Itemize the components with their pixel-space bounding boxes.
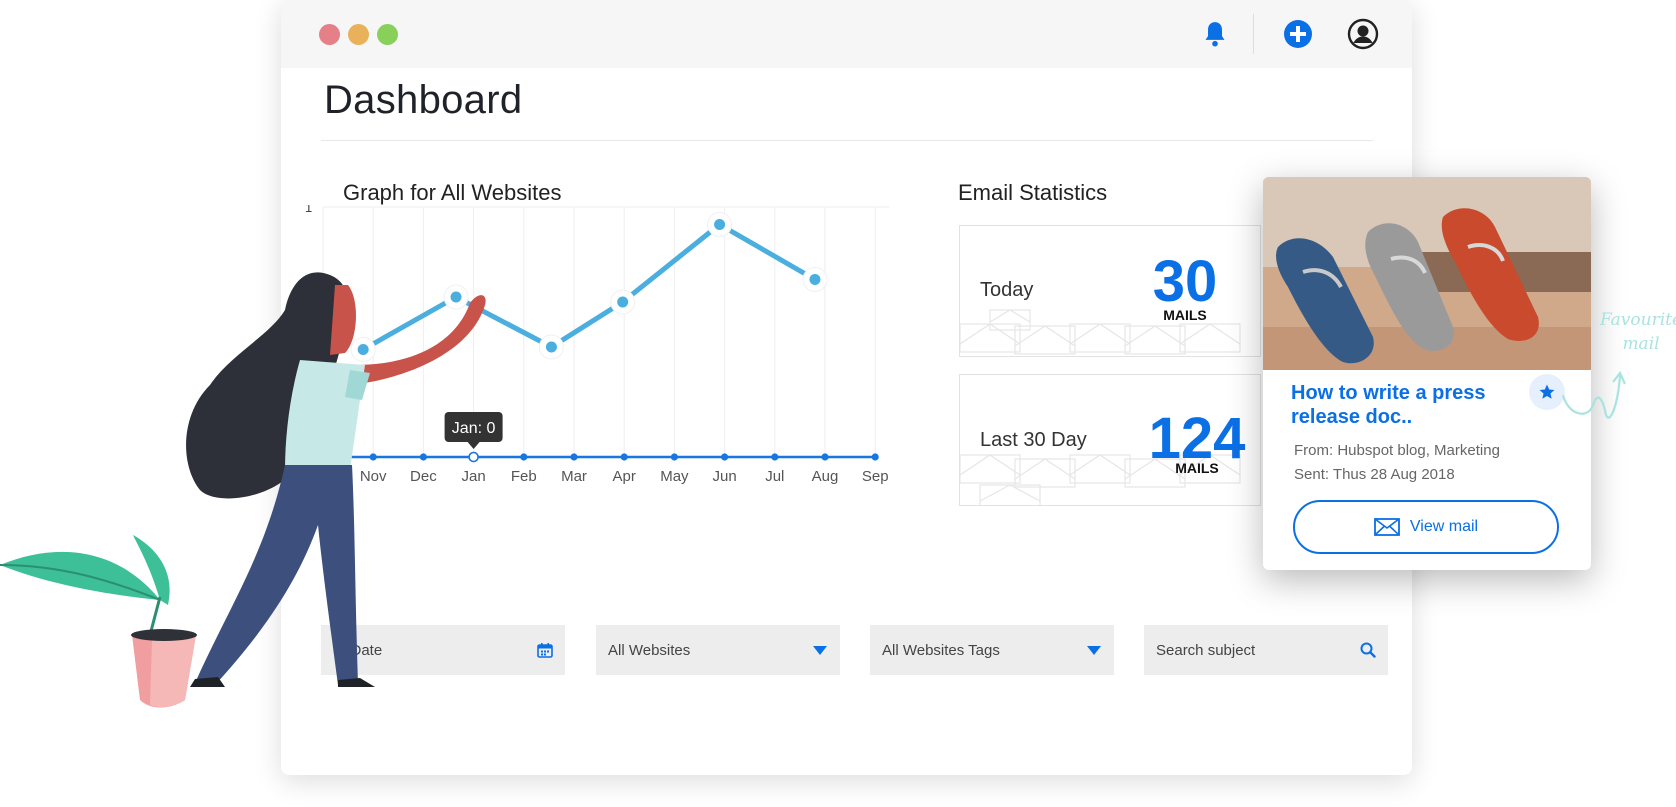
x-tick-label: Jun xyxy=(713,468,737,485)
last30-unit: MAILS xyxy=(1175,460,1219,476)
websites-select-value: All Websites xyxy=(608,641,691,659)
visits-point xyxy=(809,274,821,285)
window-minimize-dot[interactable] xyxy=(348,24,369,45)
email-stats-title: Email Statistics xyxy=(958,180,1108,205)
x-tick-label: May xyxy=(660,468,689,485)
mail-title[interactable]: How to write a press release doc.. xyxy=(1291,381,1511,429)
websites-select[interactable]: All Websites xyxy=(596,625,840,675)
favourite-mail-card: How to write a press release doc.. From:… xyxy=(1263,177,1591,570)
mail-sent-date: Sent: Thus 28 Aug 2018 xyxy=(1294,466,1455,483)
shoes-photo xyxy=(1263,177,1591,370)
today-label: Today xyxy=(980,279,1034,301)
window-maximize-dot[interactable] xyxy=(377,24,398,45)
toolbar-divider xyxy=(1253,14,1254,54)
search-placeholder: Search subject xyxy=(1156,641,1256,659)
baseline-point xyxy=(520,453,528,461)
favourite-mail-annotation: Favourite mail xyxy=(1600,308,1676,356)
page-title: Dashboard xyxy=(324,78,523,122)
search-subject-input[interactable]: Search subject xyxy=(1144,625,1388,675)
envelope-icon xyxy=(1374,518,1400,536)
x-tick-label: Mar xyxy=(561,468,587,485)
woman-illustration xyxy=(0,272,486,708)
view-mail-label: View mail xyxy=(1409,518,1479,535)
annotation-line-2: mail xyxy=(1622,334,1660,354)
plus-circle-icon[interactable] xyxy=(1281,17,1315,51)
title-bar xyxy=(281,0,1412,68)
today-value: 30 xyxy=(1152,249,1218,314)
title-divider xyxy=(321,140,1373,141)
baseline-point xyxy=(670,453,678,461)
tags-select-value: All Websites Tags xyxy=(882,641,1000,659)
x-tick-label: Sep xyxy=(862,468,889,485)
window-close-dot[interactable] xyxy=(319,24,340,45)
search-icon[interactable] xyxy=(1348,642,1388,658)
baseline-point xyxy=(771,453,779,461)
bell-icon[interactable] xyxy=(1198,17,1232,51)
baseline-point xyxy=(570,453,578,461)
x-tick-label: Aug xyxy=(812,468,839,485)
tags-select[interactable]: All Websites Tags xyxy=(870,625,1114,675)
baseline-point xyxy=(721,453,729,461)
visits-point xyxy=(617,296,629,308)
view-mail-button[interactable]: View mail xyxy=(1293,500,1559,554)
last30-stat-card: Last 30 Day 124 MAILS xyxy=(959,374,1261,506)
user-avatar-icon[interactable] xyxy=(1346,17,1380,51)
baseline-point xyxy=(871,453,879,461)
y-tick-label: 1 xyxy=(305,205,312,215)
visits-point xyxy=(714,219,726,230)
mail-from: From: Hubspot blog, Marketing xyxy=(1294,442,1500,459)
annotation-arrow xyxy=(1561,370,1627,419)
today-unit: MAILS xyxy=(1163,307,1207,323)
last30-label: Last 30 Day xyxy=(980,429,1087,451)
star-icon xyxy=(1539,384,1555,399)
x-tick-label: Jul xyxy=(765,468,784,485)
caret-down-icon[interactable] xyxy=(800,645,840,655)
annotation-line-1: Favourite xyxy=(1600,310,1676,330)
calendar-icon[interactable] xyxy=(525,642,565,658)
visits-point xyxy=(545,341,557,353)
graph-title: Graph for All Websites xyxy=(343,180,562,205)
x-tick-label: Apr xyxy=(613,468,636,485)
baseline-point xyxy=(821,453,829,461)
today-stat-card: Today 30 MAILS xyxy=(959,225,1261,357)
baseline-point xyxy=(620,453,628,461)
caret-down-icon[interactable] xyxy=(1074,645,1114,655)
